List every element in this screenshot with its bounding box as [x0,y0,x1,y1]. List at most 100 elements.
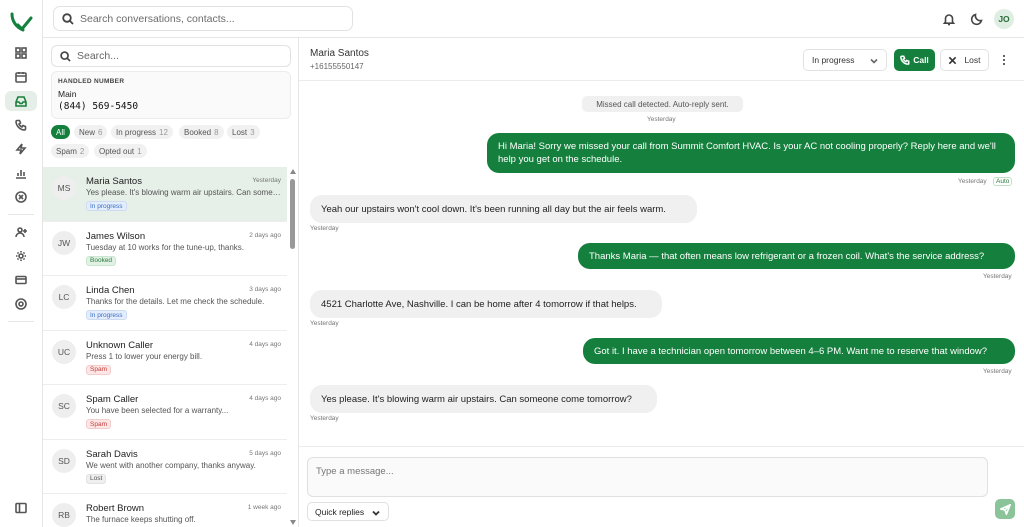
composer-area: Quick replies [299,446,1024,527]
nav-inbox-icon[interactable] [5,91,37,111]
message-bubble-outgoing: Got it. I have a technician open tomorro… [583,338,1015,364]
conversation-item[interactable]: SD Sarah Davis 5 days ago We went with a… [43,439,287,494]
message-time: Yesterday [310,320,339,327]
send-button[interactable] [995,499,1015,519]
search-icon [62,12,74,25]
chat-header: Maria Santos +16155550147 In progress Ca… [299,38,1024,81]
contact-name: Maria Santos [86,176,142,187]
filter-chip-opted-out[interactable]: Opted out 1 [94,144,147,158]
conversation-time: 3 days ago [249,286,281,293]
contact-avatar: MS [52,176,76,200]
message-bubble-incoming: Yes please. It's blowing warm air upstai… [310,385,657,413]
conversation-item[interactable]: UC Unknown Caller 4 days ago Press 1 to … [43,330,287,385]
send-icon [999,503,1011,515]
scroll-down-arrow-icon[interactable] [290,520,296,525]
nav-phone-icon[interactable] [5,115,37,135]
message-bubble-outgoing: Hi Maria! Sorry we missed your call from… [487,133,1015,173]
system-notice-time: Yesterday [647,116,676,123]
phone-icon [900,55,910,65]
status-select[interactable]: In progress [803,49,887,71]
mark-lost-button[interactable]: Lost [940,49,989,71]
handled-number-card[interactable]: HANDLED NUMBER Main (844) 569-5450 [51,71,291,119]
conversation-item[interactable]: LC Linda Chen 3 days ago Thanks for the … [43,276,287,331]
conversation-preview: Yes please. It's blowing warm air upstai… [86,188,281,197]
status-badge: In progress [86,310,127,320]
filter-chip-spam[interactable]: Spam 2 [51,144,90,158]
quick-replies-button[interactable]: Quick replies [307,502,389,521]
conversation-list: MS Maria Santos Yesterday Yes please. It… [43,167,287,527]
nav-dashboard-icon[interactable] [5,43,37,63]
filter-chip-new[interactable]: New 6 [74,125,108,139]
conversation-search-input[interactable] [77,50,277,62]
chevron-down-icon [372,510,380,516]
nav-calendar-icon[interactable] [5,67,37,87]
nav-team-icon[interactable] [5,222,37,242]
filter-chip-in-progress[interactable]: In progress 12 [111,125,173,139]
message-composer[interactable] [307,457,988,497]
contact-name: Sarah Davis [86,448,138,460]
nav-billing-icon[interactable] [5,270,37,290]
theme-toggle-moon-icon[interactable] [970,12,984,26]
conversation-time: 4 days ago [249,340,281,348]
handled-number-label: HANDLED NUMBER [58,78,125,85]
conversation-preview: Tuesday at 10 works for the tune-up, tha… [86,242,245,252]
chat-pane: Maria Santos +16155550147 In progress Ca… [299,38,1024,527]
chevron-down-icon [870,58,878,64]
conversation-preview: Thanks for the details. Let me check the… [86,297,265,306]
contact-name: Unknown Caller [86,339,154,351]
conversation-list-scrollbar[interactable] [289,167,297,527]
conversation-time: 4 days ago [249,395,281,402]
top-bar: JO [43,0,1024,38]
nav-settings-icon[interactable] [5,246,37,266]
chat-contact-phone: +16155550147 [310,62,364,71]
conversation-item[interactable]: RB Robert Brown 1 week ago The furnace k… [43,494,287,527]
message-time: Yesterday [983,368,1012,375]
contact-avatar: RB [52,503,76,527]
message-bubble-outgoing: Thanks Maria — that often means low refr… [578,243,1015,269]
user-avatar[interactable]: JO [994,9,1014,29]
more-options-icon[interactable] [999,52,1009,68]
global-search-input[interactable] [80,12,330,25]
search-icon [60,50,71,62]
conversation-preview: You have been selected for a warranty... [86,406,229,415]
contact-avatar: UC [52,339,76,364]
nav-help-icon[interactable] [5,294,37,314]
auto-reply-badge: Auto [993,177,1013,186]
contact-name: James Wilson [86,230,146,242]
nav-automations-icon[interactable] [5,139,37,159]
conversation-item[interactable]: MS Maria Santos Yesterday Yes please. It… [43,167,287,222]
contact-name: Robert Brown [86,503,145,514]
message-input[interactable] [316,466,979,490]
conversation-search[interactable] [51,45,291,67]
contact-avatar: SC [52,394,76,418]
app-root: JO HANDLED NUMBER Main (844) 569-5450 Al… [0,0,1024,527]
conversation-time: 2 days ago [249,231,281,239]
handled-number-value: (844) 569-5450 [58,101,139,112]
contact-name: Linda Chen [86,285,135,296]
collapse-sidebar-icon[interactable] [5,498,37,518]
status-badge: In progress [86,201,127,211]
filter-chip-all[interactable]: All [51,125,70,139]
scroll-up-arrow-icon[interactable] [290,169,296,174]
conversation-item[interactable]: JW James Wilson 2 days ago Tuesday at 10… [43,221,287,276]
conversation-item[interactable]: SC Spam Caller 4 days ago You have been … [43,385,287,440]
contact-avatar: LC [52,285,76,309]
app-logo-icon [10,12,33,32]
filter-chip-booked[interactable]: Booked 8 [179,125,224,139]
message-bubble-incoming: Yeah our upstairs won't cool down. It's … [310,195,697,223]
contact-avatar: JW [52,230,76,255]
nav-integrations-icon[interactable] [5,187,37,207]
nav-analytics-icon[interactable] [5,163,37,183]
notifications-bell-icon[interactable] [942,12,956,26]
contact-avatar: SD [52,448,76,473]
global-search[interactable] [53,6,353,31]
call-button[interactable]: Call [894,49,935,71]
filter-chip-lost[interactable]: Lost 3 [227,125,260,139]
conversation-preview: The furnace keeps shutting off. [86,515,196,524]
nav-rail [0,0,43,527]
status-badge: Booked [86,255,117,266]
conversation-time: 1 week ago [247,504,281,511]
scroll-thumb[interactable] [290,179,295,249]
close-icon [949,56,957,64]
rail-divider [8,321,34,322]
